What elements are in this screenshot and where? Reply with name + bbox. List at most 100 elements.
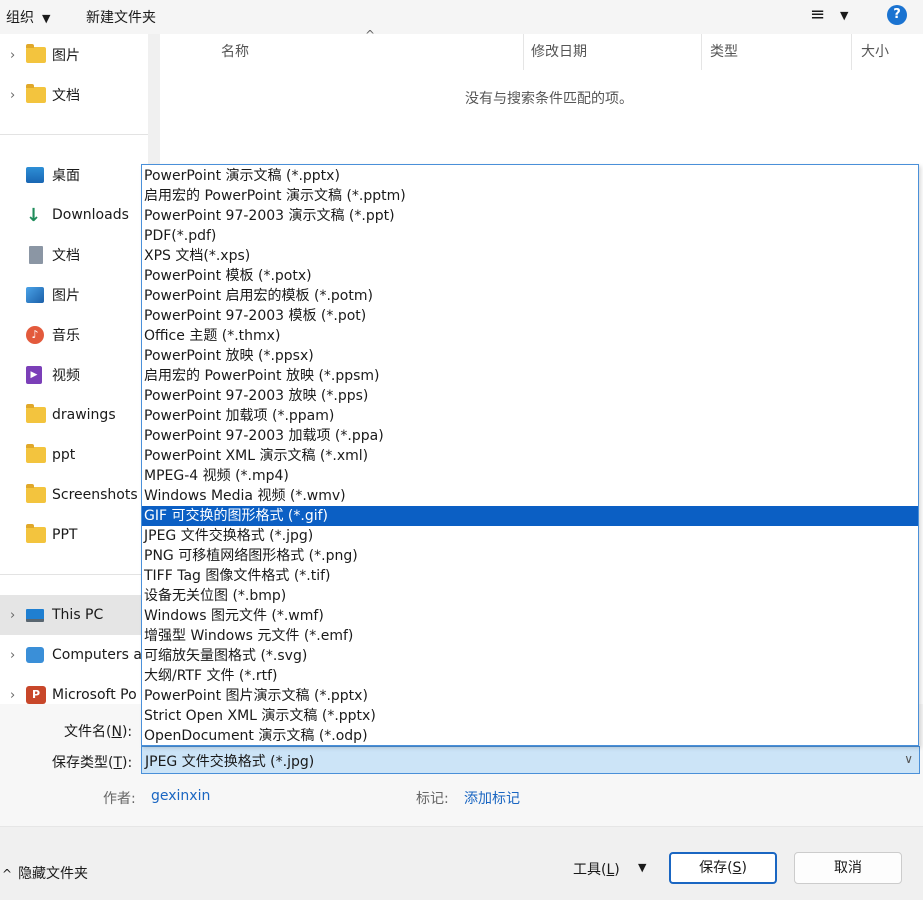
nav-item-label: This PC — [52, 607, 104, 623]
filetype-label: 保存类型(T): — [52, 755, 133, 771]
nav-item-computers[interactable]: › Computers a — [0, 635, 160, 675]
save-button[interactable]: 保存(S) — [669, 852, 777, 884]
tags-label: 标记: — [416, 791, 449, 807]
nav-item-pictures[interactable]: 图片 — [0, 275, 160, 315]
nav-item-pictures-pinned[interactable]: › 图片 — [0, 35, 160, 75]
filetype-option[interactable]: 启用宏的 PowerPoint 放映 (*.ppsm) — [142, 366, 918, 386]
hide-folders-button[interactable]: ^ 隐藏文件夹 — [2, 863, 88, 883]
hide-folders-label: 隐藏文件夹 — [18, 866, 89, 882]
filetype-option[interactable]: 增强型 Windows 元文件 (*.emf) — [142, 626, 918, 646]
chevron-right-icon[interactable]: › — [10, 608, 15, 623]
filetype-option[interactable]: Windows Media 视频 (*.wmv) — [142, 486, 918, 506]
filetype-option[interactable]: OpenDocument 演示文稿 (*.odp) — [142, 726, 918, 746]
filetype-option[interactable]: 设备无关位图 (*.bmp) — [142, 586, 918, 606]
filetype-select[interactable]: JPEG 文件交换格式 (*.jpg) ∨ — [141, 746, 920, 774]
nav-item-ppt-upper[interactable]: PPT — [0, 515, 160, 555]
nav-item-drawings[interactable]: drawings — [0, 395, 160, 435]
filetype-option[interactable]: Windows 图元文件 (*.wmf) — [142, 606, 918, 626]
filetype-option[interactable]: PowerPoint 97-2003 放映 (*.pps) — [142, 386, 918, 406]
nav-item-documents[interactable]: 文档 — [0, 235, 160, 275]
view-options-icon[interactable]: ≡ — [810, 4, 825, 25]
cancel-button[interactable]: 取消 — [794, 852, 902, 884]
filetype-option[interactable]: PowerPoint 97-2003 演示文稿 (*.ppt) — [142, 206, 918, 226]
filetype-option[interactable]: XPS 文档(*.xps) — [142, 246, 918, 266]
filetype-option[interactable]: PowerPoint 97-2003 模板 (*.pot) — [142, 306, 918, 326]
author-label: 作者: — [103, 791, 136, 807]
author-value[interactable]: gexinxin — [151, 788, 210, 804]
filetype-option[interactable]: 可缩放矢量图格式 (*.svg) — [142, 646, 918, 666]
help-button[interactable]: ? — [887, 5, 907, 25]
nav-item-downloads[interactable]: ↓ Downloads — [0, 195, 160, 235]
chevron-right-icon[interactable]: › — [10, 688, 15, 703]
add-tags-link[interactable]: 添加标记 — [464, 788, 520, 808]
chevron-right-icon[interactable]: › — [10, 48, 15, 63]
nav-item-music[interactable]: ♪ 音乐 — [0, 315, 160, 355]
filetype-option[interactable]: Strict Open XML 演示文稿 (*.pptx) — [142, 706, 918, 726]
chevron-down-icon[interactable]: ∨ — [904, 752, 913, 766]
organize-menu-button[interactable]: 组织 ▼ — [6, 7, 50, 27]
filetype-dropdown-list[interactable]: PowerPoint 演示文稿 (*.pptx) 启用宏的 PowerPoint … — [141, 164, 919, 746]
filetype-option[interactable]: PowerPoint 演示文稿 (*.pptx) — [142, 166, 918, 186]
nav-item-label: 视频 — [52, 368, 80, 384]
filetype-option[interactable]: PowerPoint 放映 (*.ppsx) — [142, 346, 918, 366]
column-divider[interactable] — [523, 34, 524, 70]
nav-item-label: 图片 — [52, 48, 80, 64]
filetype-option[interactable]: JPEG 文件交换格式 (*.jpg) — [142, 526, 918, 546]
filetype-option[interactable]: PowerPoint 模板 (*.potx) — [142, 266, 918, 286]
column-divider[interactable] — [701, 34, 702, 70]
filetype-option[interactable]: PowerPoint 97-2003 加载项 (*.ppa) — [142, 426, 918, 446]
video-icon: ▶ — [26, 366, 42, 384]
column-header-type[interactable]: 类型 — [710, 34, 738, 70]
folder-icon — [26, 84, 46, 103]
filetype-option[interactable]: PowerPoint 启用宏的模板 (*.potm) — [142, 286, 918, 306]
filetype-option[interactable]: GIF 可交换的图形格式 (*.gif) — [142, 506, 918, 526]
nav-item-label: 桌面 — [52, 168, 80, 184]
nav-item-desktop[interactable]: 桌面 — [0, 155, 160, 195]
chevron-right-icon[interactable]: › — [10, 648, 15, 663]
filetype-option[interactable]: PowerPoint 图片演示文稿 (*.pptx) — [142, 686, 918, 706]
nav-divider — [0, 574, 148, 575]
sort-ascending-icon: ^ — [365, 28, 376, 42]
folder-icon — [26, 404, 46, 423]
document-icon — [29, 246, 43, 264]
folder-icon — [26, 484, 46, 503]
nav-item-videos[interactable]: ▶ 视频 — [0, 355, 160, 395]
nav-item-screenshots[interactable]: Screenshots — [0, 475, 160, 515]
filetype-option[interactable]: TIFF Tag 图像文件格式 (*.tif) — [142, 566, 918, 586]
organize-label: 组织 — [6, 10, 34, 26]
tools-menu-button[interactable]: 工具(L) — [573, 859, 620, 879]
filetype-option[interactable]: 启用宏的 PowerPoint 演示文稿 (*.pptm) — [142, 186, 918, 206]
nav-item-label: Computers a — [52, 647, 142, 663]
filetype-option[interactable]: 大纲/RTF 文件 (*.rtf) — [142, 666, 918, 686]
chevron-down-icon[interactable]: ▼ — [638, 861, 646, 874]
network-icon — [26, 647, 44, 663]
navigation-pane[interactable]: › 图片 › 文档 桌面 ↓ Downloads 文档 图片 ♪ 音乐 ▶ 视频… — [0, 34, 160, 704]
nav-item-label: Screenshots — [52, 487, 138, 503]
nav-item-label: Microsoft Po — [52, 687, 137, 703]
nav-item-this-pc[interactable]: › This PC — [0, 595, 160, 635]
filetype-option[interactable]: Office 主题 (*.thmx) — [142, 326, 918, 346]
nav-item-documents-pinned[interactable]: › 文档 — [0, 75, 160, 115]
nav-item-microsoft-powerpoint[interactable]: › P Microsoft Po — [0, 675, 160, 704]
nav-item-label: drawings — [52, 407, 116, 423]
filetype-option[interactable]: PowerPoint XML 演示文稿 (*.xml) — [142, 446, 918, 466]
filetype-option[interactable]: MPEG-4 视频 (*.mp4) — [142, 466, 918, 486]
filetype-option[interactable]: PDF(*.pdf) — [142, 226, 918, 246]
filetype-option[interactable]: PNG 可移植网络图形格式 (*.png) — [142, 546, 918, 566]
nav-item-label: Downloads — [52, 207, 129, 223]
column-divider[interactable] — [851, 34, 852, 70]
folder-icon — [26, 44, 46, 63]
desktop-icon — [26, 167, 44, 183]
empty-list-message: 没有与搜索条件匹配的项。 — [465, 91, 633, 107]
column-header-date[interactable]: 修改日期 — [531, 34, 587, 70]
nav-item-label: 文档 — [52, 88, 80, 104]
filetype-option[interactable]: PowerPoint 加载项 (*.ppam) — [142, 406, 918, 426]
nav-item-label: 文档 — [52, 248, 80, 264]
filename-label: 文件名(N): — [64, 724, 133, 740]
view-options-chevron-icon[interactable]: ▼ — [840, 9, 848, 22]
nav-item-ppt[interactable]: ppt — [0, 435, 160, 475]
chevron-right-icon[interactable]: › — [10, 88, 15, 103]
new-folder-button[interactable]: 新建文件夹 — [86, 7, 156, 27]
column-header-name[interactable]: 名称 — [221, 34, 249, 70]
column-header-size[interactable]: 大小 — [861, 34, 889, 70]
